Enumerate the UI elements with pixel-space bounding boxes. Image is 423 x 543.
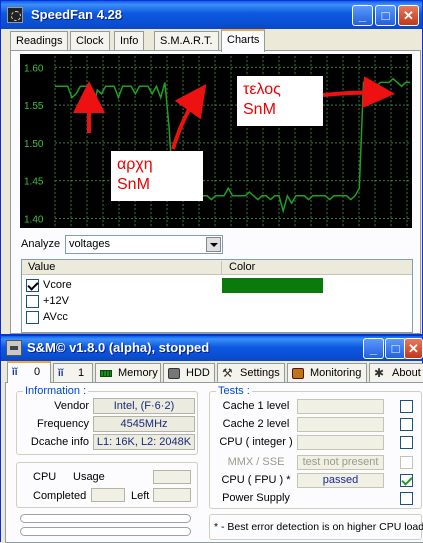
- note-box: * - Best error detection is on higher CP…: [209, 514, 423, 540]
- hdd-icon: [168, 368, 180, 379]
- speedfan-window: SpeedFan 4.28 _ □ ✕ Readings Clock Info …: [0, 0, 423, 335]
- progress-bar-1: [20, 514, 191, 523]
- test-checkbox: [400, 456, 413, 469]
- vendor-value: Intel, (F·6·2): [93, 398, 195, 414]
- tab-label: About: [392, 367, 421, 379]
- minimize-button[interactable]: _: [363, 338, 384, 359]
- monitor-icon: [292, 368, 304, 379]
- test-label: MMX / SSE: [227, 456, 285, 468]
- completed-label: Completed: [33, 490, 87, 502]
- tab-cpu-1[interactable]: ǐǐ 1: [53, 363, 93, 383]
- test-value: [297, 435, 384, 450]
- tests-group: Tests : Cache 1 level Cache 2 level CPU …: [209, 385, 423, 509]
- sm-app-icon: [6, 340, 22, 356]
- tab-settings[interactable]: ⚒ Settings: [217, 363, 285, 383]
- test-row-cpu-integer: CPU ( integer ): [210, 434, 423, 451]
- test-value: [297, 417, 384, 432]
- test-label: CPU ( integer ): [219, 436, 293, 448]
- tab-charts[interactable]: Charts: [221, 29, 266, 52]
- test-label: CPU ( FPU ) *: [221, 474, 291, 486]
- annotation-arrows: [73, 76, 395, 150]
- minimize-icon: _: [369, 341, 378, 356]
- test-value: test not present: [297, 455, 384, 470]
- left-label: Left: [131, 490, 150, 502]
- sm-title: S&M© v1.8.0 (alpha), stopped: [27, 340, 210, 355]
- progress-bar-2: [20, 527, 191, 536]
- frequency-row: Frequency 4545MHz: [17, 416, 199, 434]
- maximize-button[interactable]: □: [385, 338, 406, 359]
- information-group: Information : Vendor Intel, (F·6·2) Freq…: [16, 385, 199, 455]
- sm-tabs: ǐǐ 0 ǐǐ 1 Memory HDD ⚒ Settings Monitori…: [5, 361, 423, 383]
- tab-about[interactable]: ✱ About: [369, 363, 423, 383]
- test-checkbox[interactable]: [400, 492, 413, 505]
- left-value: [153, 488, 191, 502]
- tab-memory[interactable]: Memory: [95, 363, 161, 383]
- test-row-cache2: Cache 2 level: [210, 416, 423, 433]
- test-checkbox[interactable]: [400, 418, 413, 431]
- test-checkbox[interactable]: [400, 474, 413, 487]
- dcache-value: L1: 16K, L2: 2048K: [93, 434, 195, 450]
- test-row-mmx-sse: MMX / SSE test not present: [210, 454, 423, 471]
- test-value: [297, 399, 384, 414]
- tab-label: Settings: [240, 367, 280, 379]
- usage-label: Usage: [73, 471, 105, 483]
- sm-cpu-panel: Information : Vendor Intel, (F·6·2) Freq…: [5, 382, 423, 543]
- tab-label: Memory: [118, 367, 158, 379]
- maximize-icon: □: [391, 341, 400, 356]
- about-icon: ✱: [374, 366, 385, 380]
- tab-label: Monitoring: [310, 367, 362, 379]
- tests-legend: Tests :: [216, 385, 252, 397]
- arrow-curved-icon: [171, 83, 207, 150]
- tab-hdd[interactable]: HDD: [163, 363, 215, 383]
- test-label: Cache 1 level: [222, 400, 290, 412]
- test-label: Cache 2 level: [222, 418, 290, 430]
- test-checkbox[interactable]: [400, 436, 413, 449]
- sm-icon: ǐǐ: [58, 368, 64, 379]
- close-icon: ✕: [408, 341, 419, 356]
- sm-titlebar[interactable]: S&M© v1.8.0 (alpha), stopped _ □ ✕: [1, 336, 423, 361]
- dcache-row: Dcache info L1: 16K, L2: 2048K: [17, 434, 199, 452]
- test-row-power-supply: Power Supply: [210, 490, 423, 507]
- tab-label: HDD: [186, 367, 210, 379]
- test-label: Power Supply: [222, 492, 290, 504]
- tab-label: 0: [34, 366, 41, 378]
- test-checkbox[interactable]: [400, 400, 413, 413]
- frequency-label: Frequency: [37, 418, 89, 430]
- tab-cpu-0[interactable]: ǐǐ 0: [7, 361, 51, 383]
- test-row-cache1: Cache 1 level: [210, 398, 423, 415]
- arrow-right-icon: [322, 76, 395, 109]
- sm-window: S&M© v1.8.0 (alpha), stopped _ □ ✕ ǐǐ 0 …: [0, 335, 423, 543]
- wrench-icon: ⚒: [222, 366, 233, 380]
- note-text: * - Best error detection is on higher CP…: [214, 521, 423, 533]
- dcache-label: Dcache info: [30, 436, 89, 448]
- tab-label: 1: [78, 367, 85, 379]
- tab-monitoring[interactable]: Monitoring: [287, 363, 367, 383]
- memory-icon: [100, 370, 112, 377]
- information-legend: Information :: [23, 385, 89, 397]
- completed-value: [91, 488, 125, 502]
- vendor-row: Vendor Intel, (F·6·2): [17, 398, 199, 416]
- cpu-usage-group: CPU Usage Completed Left: [16, 462, 198, 508]
- sm-icon: ǐǐ: [12, 367, 18, 378]
- vendor-label: Vendor: [54, 400, 89, 412]
- test-row-cpu-fpu: CPU ( FPU ) * passed: [210, 472, 423, 489]
- cpu-label: CPU: [33, 471, 57, 483]
- test-value: passed: [297, 473, 384, 488]
- usage-value: [153, 470, 191, 484]
- close-button[interactable]: ✕: [404, 338, 423, 359]
- frequency-value: 4545MHz: [93, 416, 195, 432]
